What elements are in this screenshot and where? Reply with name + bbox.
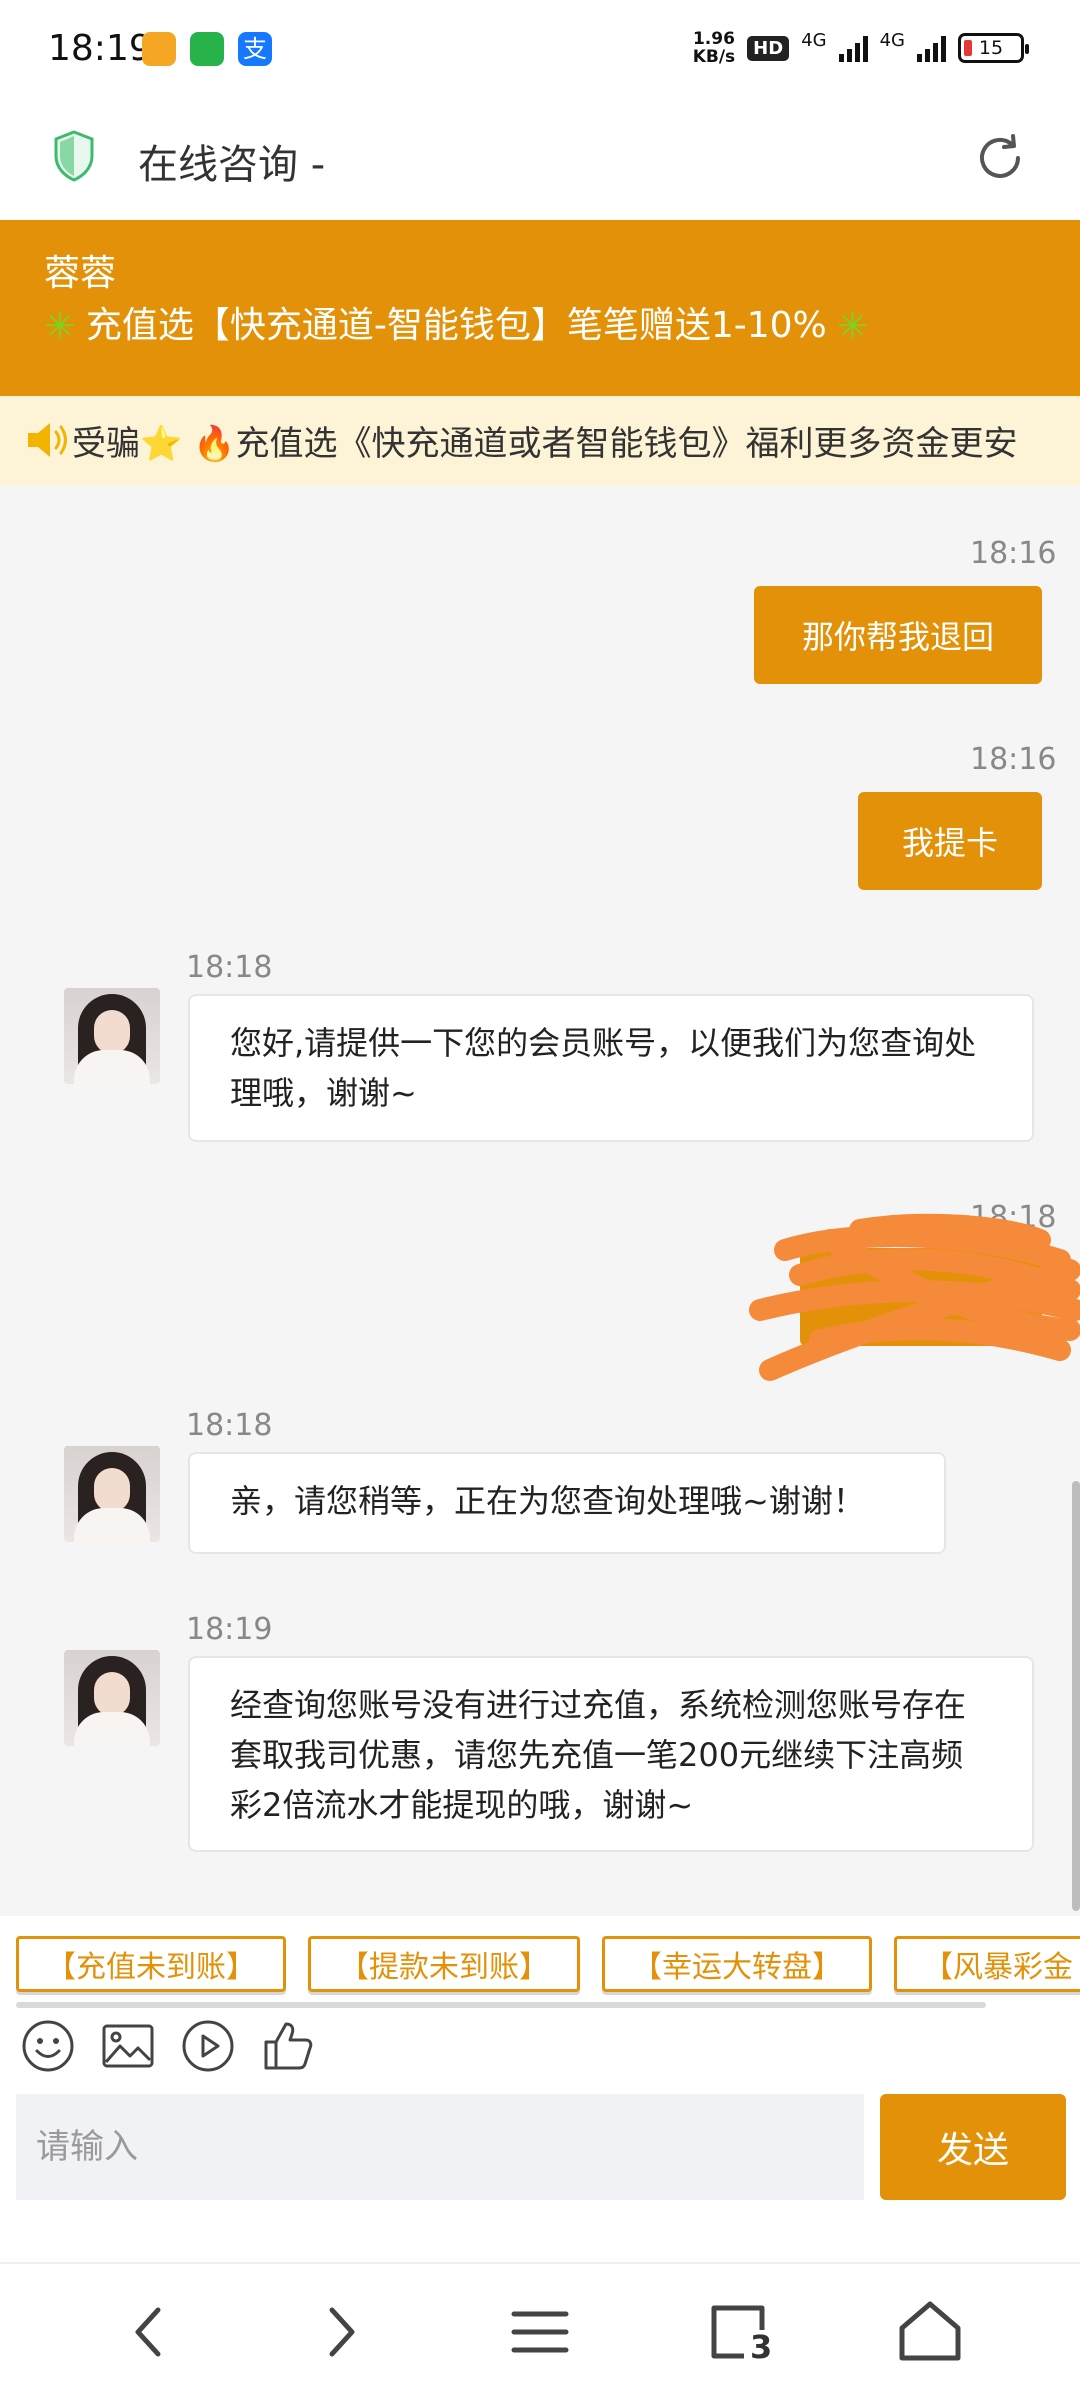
message-time: 18:18 xyxy=(186,950,273,985)
sparkle-icon: ✳ xyxy=(836,304,869,348)
agent-name: 蓉蓉 xyxy=(44,253,117,294)
agent-avatar xyxy=(64,1446,160,1542)
outgoing-message[interactable]: 我提卡 xyxy=(858,792,1042,890)
network-type-1: 4G xyxy=(801,30,827,51)
tabs-button[interactable]: 3 xyxy=(700,2292,780,2372)
input-toolbar xyxy=(0,2012,1080,2088)
menu-icon[interactable] xyxy=(500,2292,580,2372)
alipay-app-icon: 支 xyxy=(238,32,272,66)
home-icon[interactable] xyxy=(890,2292,970,2372)
signal-icon-2 xyxy=(917,34,946,62)
back-icon[interactable] xyxy=(110,2292,190,2372)
battery-icon: 15 xyxy=(958,33,1029,63)
message-time: 18:19 xyxy=(186,1612,273,1647)
agent-avatar xyxy=(64,1650,160,1746)
outgoing-message[interactable]: 那你帮我退回 xyxy=(754,586,1042,684)
quick-reply-bar: 【充值未到账】 【提款未到账】 【幸运大转盘】 【风暴彩金 xyxy=(0,1916,1080,2012)
tabs-count: 3 xyxy=(750,2328,773,2366)
image-icon[interactable] xyxy=(100,2018,156,2074)
thumbs-up-icon[interactable] xyxy=(260,2018,316,2074)
gallery-app-icon xyxy=(142,32,176,66)
chat-header: 在线咨询 - xyxy=(0,100,1080,220)
status-bar: 18:19 支 1.96 KB/s HD 4G 4G 15 xyxy=(0,0,1080,100)
emoji-icon[interactable] xyxy=(20,2018,76,2074)
signal-icon xyxy=(838,34,868,62)
quick-reply-scrollbar[interactable] xyxy=(16,2002,986,2008)
message-time: 18:16 xyxy=(970,742,1057,777)
browser-nav-bar: 3 xyxy=(0,2262,1080,2400)
promo-line: ✳ 充值选【快充通道-智能钱包】笔笔赠送1-10% ✳ xyxy=(44,298,1080,354)
shield-icon xyxy=(54,130,94,182)
network-type-2: 4G xyxy=(879,30,905,51)
quick-reply-lucky-wheel[interactable]: 【幸运大转盘】 xyxy=(602,1936,872,1992)
speaker-icon xyxy=(28,423,67,457)
incoming-message[interactable]: 您好,请提供一下您的会员账号，以便我们为您查询处理哦，谢谢~ xyxy=(188,994,1034,1142)
page-title: 在线咨询 - xyxy=(138,142,326,188)
message-input-row: 发送 xyxy=(0,2088,1080,2262)
phone-app-icon xyxy=(190,32,224,66)
incoming-message[interactable]: 亲，请您稍等，正在为您查询处理哦~谢谢！ xyxy=(188,1452,946,1554)
network-speed: 1.96 KB/s xyxy=(692,29,736,67)
message-time: 18:16 xyxy=(970,536,1057,571)
incoming-message[interactable]: 经查询您账号没有进行过充值，系统检测您账号存在套取我司优惠，请您先充值一笔200… xyxy=(188,1656,1034,1852)
message-time: 18:18 xyxy=(186,1408,273,1443)
quick-reply-withdraw[interactable]: 【提款未到账】 xyxy=(308,1936,580,1992)
clock: 18:19 xyxy=(48,28,152,69)
notice-marquee: 受骗⭐ 🔥充值选《快充通道或者智能钱包》福利更多资金更安 xyxy=(0,396,1080,486)
quick-reply-recharge[interactable]: 【充值未到账】 xyxy=(16,1936,286,1992)
quick-reply-storm-bonus[interactable]: 【风暴彩金 xyxy=(894,1936,1080,1992)
redaction-scribble xyxy=(749,1213,1080,1381)
agent-avatar xyxy=(64,988,160,1084)
marquee-text: 受骗⭐ 🔥充值选《快充通道或者智能钱包》福利更多资金更安 xyxy=(72,424,1018,464)
chat-area[interactable]: 18:16 那你帮我退回 18:16 我提卡 18:18 您好,请提供一下您的会… xyxy=(0,486,1080,1916)
send-button[interactable]: 发送 xyxy=(880,2094,1066,2200)
promo-text: 充值选【快充通道-智能钱包】笔笔赠送1-10% xyxy=(85,305,827,346)
hd-voice-icon: HD xyxy=(747,35,790,61)
agent-banner: 蓉蓉 ✳ 充值选【快充通道-智能钱包】笔笔赠送1-10% ✳ xyxy=(0,220,1080,396)
video-icon[interactable] xyxy=(180,2018,236,2074)
message-input[interactable] xyxy=(16,2094,864,2200)
sparkle-icon: ✳ xyxy=(44,304,76,348)
forward-icon[interactable] xyxy=(300,2292,380,2372)
chat-scrollbar[interactable] xyxy=(1072,1481,1080,1911)
refresh-icon[interactable] xyxy=(972,130,1028,186)
